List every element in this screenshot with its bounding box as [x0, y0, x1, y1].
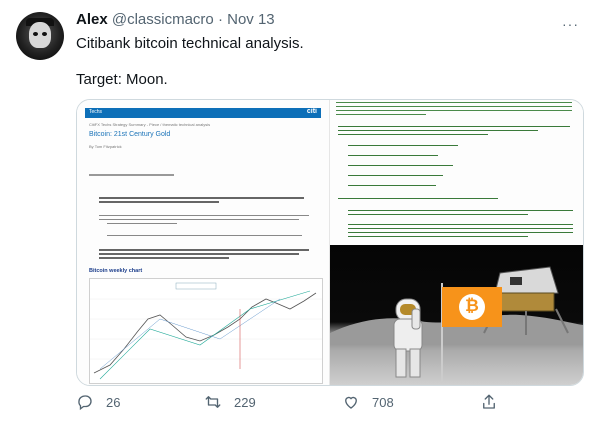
- tweet-date[interactable]: Nov 13: [227, 11, 275, 28]
- doc-header-label: Techs: [89, 109, 103, 115]
- doc-header-bar: Techs citi: [85, 108, 321, 118]
- citi-logo: citi: [306, 108, 317, 115]
- heart-icon: [345, 396, 357, 409]
- avatar-eye: [33, 32, 38, 36]
- retweet-count: 229: [234, 394, 256, 410]
- avatar-eye: [42, 32, 47, 36]
- tweet-text-line-1: Citibank bitcoin technical analysis.: [76, 35, 304, 52]
- retweet-icon: [205, 396, 221, 408]
- author-handle[interactable]: @classicmacro: [112, 11, 214, 28]
- chart-graphic: [90, 279, 322, 383]
- astronaut: [393, 298, 423, 378]
- reply-count: 26: [106, 394, 121, 410]
- more-options-button[interactable]: ···: [562, 16, 579, 32]
- avatar-face: [29, 22, 51, 48]
- share-icon: [483, 394, 495, 409]
- tweet-actions: 26 229 708: [0, 393, 598, 417]
- reply-button[interactable]: 26: [76, 393, 120, 411]
- tweet-media[interactable]: Techs citi CitiFX Techs Strategy Summary…: [76, 99, 584, 386]
- bitcoin-logo: ₿: [465, 296, 479, 316]
- reply-icon: [78, 395, 92, 411]
- avatar[interactable]: [16, 12, 64, 60]
- share-button[interactable]: [480, 393, 498, 411]
- like-button[interactable]: 708: [342, 393, 394, 411]
- author-name[interactable]: Alex: [76, 11, 108, 28]
- doc-subheader: CitiFX Techs Strategy Summary - Piece / …: [89, 122, 211, 127]
- like-count: 708: [372, 394, 394, 410]
- tweet-text-line-2: Target: Moon.: [76, 71, 168, 88]
- doc-title: Bitcoin: 21st Century Gold: [89, 131, 171, 138]
- doc-rule: [89, 174, 174, 176]
- media-image-moon-landing[interactable]: ₿: [330, 245, 583, 385]
- chart-title: Bitcoin weekly chart: [89, 268, 143, 274]
- tweet-header: Alex @classicmacro · Nov 13: [76, 10, 275, 30]
- bitcoin-weekly-chart: [89, 278, 323, 384]
- media-image-research-doc[interactable]: Techs citi CitiFX Techs Strategy Summary…: [77, 100, 330, 385]
- doc-author: By Tom Fitzpatrick: [89, 144, 122, 149]
- media-image-doc-text: [330, 100, 583, 245]
- retweet-button[interactable]: 229: [204, 393, 256, 411]
- separator-dot: ·: [217, 11, 223, 28]
